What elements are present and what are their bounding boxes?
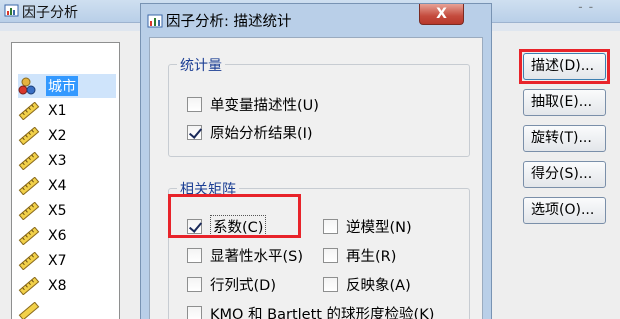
anti-image-checkbox[interactable]: 反映象(A) [323, 273, 411, 295]
significance-levels-checkbox[interactable]: 显著性水平(S) [187, 244, 303, 266]
variable-item-partial [18, 299, 116, 319]
checkbox-label: 系数(C) [210, 214, 267, 238]
scale-variable-icon [18, 276, 42, 296]
descriptives-dialog: 因子分析: 描述统计 X 统计量 单变量描述性(U) 原始分析结果(I) 相关矩… [140, 3, 492, 319]
extract-button[interactable]: 抽取(E)... [523, 89, 606, 116]
checkbox-label: 反映象(A) [346, 277, 411, 294]
scale-variable-icon [18, 301, 42, 319]
checkbox-label: 单变量描述性(U) [210, 97, 319, 114]
scale-variable-icon [18, 151, 42, 171]
checkbox-label: KMO 和 Bartlett 的球形度检验(K) [210, 306, 435, 319]
correlation-group-label: 相关矩阵 [177, 179, 239, 199]
variable-item-x6[interactable]: X6 [18, 224, 116, 248]
rotate-button[interactable]: 旋转(T)... [523, 125, 606, 152]
checkbox-box[interactable] [187, 218, 202, 234]
variable-item-x4[interactable]: X4 [18, 174, 116, 198]
checkbox-box[interactable] [187, 124, 202, 140]
checkbox-label: 再生(R) [346, 248, 397, 265]
checkbox-box[interactable] [323, 218, 338, 234]
inverse-checkbox[interactable]: 逆模型(N) [323, 215, 412, 237]
scale-variable-icon [18, 126, 42, 146]
variable-item-x3[interactable]: X3 [18, 149, 116, 173]
spss-dialog-icon [147, 14, 163, 28]
nominal-variable-icon [18, 76, 42, 96]
options-button[interactable]: 选项(O)... [523, 197, 606, 224]
variable-item-x5[interactable]: X5 [18, 199, 116, 223]
checkbox-box[interactable] [187, 247, 202, 263]
window-controls-peek: ᐨ ᐨ [578, 3, 595, 17]
variable-label: X7 [48, 253, 67, 269]
checkbox-box[interactable] [323, 276, 338, 292]
scale-variable-icon [18, 201, 42, 221]
close-icon: X [436, 6, 447, 22]
scale-variable-icon [18, 176, 42, 196]
kmo-bartlett-checkbox[interactable]: KMO 和 Bartlett 的球形度检验(K) [187, 302, 434, 319]
scale-variable-icon [18, 251, 42, 271]
correlation-matrix-group: 相关矩阵 系数(C) 显著性水平(S) 行列式(D) KMO 和 Bartlet… [168, 179, 470, 319]
describe-button[interactable]: 描述(D)... [523, 53, 606, 80]
dialog-title: 因子分析: 描述统计 [166, 14, 292, 30]
checkbox-box[interactable] [187, 276, 202, 292]
variable-label: X3 [48, 153, 67, 169]
main-window-title: 因子分析 [22, 5, 78, 21]
variable-label: X6 [48, 228, 67, 244]
variable-label: X5 [48, 203, 67, 219]
checkbox-label: 逆模型(N) [346, 219, 412, 236]
variable-label: X4 [48, 178, 67, 194]
checkbox-label: 行列式(D) [210, 277, 276, 294]
statistics-group-label: 统计量 [177, 55, 225, 75]
variable-label: X1 [48, 103, 67, 119]
univariate-descriptives-checkbox[interactable]: 单变量描述性(U) [187, 93, 319, 115]
variable-label: 城市 [46, 76, 78, 96]
determinant-checkbox[interactable]: 行列式(D) [187, 273, 276, 295]
variable-item-x7[interactable]: X7 [18, 249, 116, 273]
variable-item-x8[interactable]: X8 [18, 274, 116, 298]
checkbox-box[interactable] [323, 247, 338, 263]
spss-app-icon [4, 4, 19, 17]
scale-variable-icon [18, 101, 42, 121]
variable-label: X2 [48, 128, 67, 144]
initial-solution-checkbox[interactable]: 原始分析结果(I) [187, 121, 313, 143]
variable-item-city[interactable]: 城市 [18, 74, 116, 98]
scores-button[interactable]: 得分(S)... [523, 161, 606, 188]
checkbox-box[interactable] [187, 305, 202, 319]
dialog-body: 统计量 单变量描述性(U) 原始分析结果(I) 相关矩阵 系数(C) 显著性水平… [149, 37, 483, 319]
statistics-group: 统计量 单变量描述性(U) 原始分析结果(I) [168, 55, 470, 157]
scale-variable-icon [18, 226, 42, 246]
coefficients-checkbox[interactable]: 系数(C) [187, 214, 267, 238]
checkbox-box[interactable] [187, 96, 202, 112]
checkbox-label: 显著性水平(S) [210, 248, 304, 265]
variable-label: X8 [48, 278, 67, 294]
close-button[interactable]: X [419, 4, 464, 25]
reproduced-checkbox[interactable]: 再生(R) [323, 244, 396, 266]
variable-item-x2[interactable]: X2 [18, 124, 116, 148]
variable-item-x1[interactable]: X1 [18, 99, 116, 123]
source-variable-list[interactable]: 城市 X1 X2 X3 X4 X5 X6 X7 X8 [11, 42, 120, 319]
checkbox-label: 原始分析结果(I) [210, 125, 313, 142]
